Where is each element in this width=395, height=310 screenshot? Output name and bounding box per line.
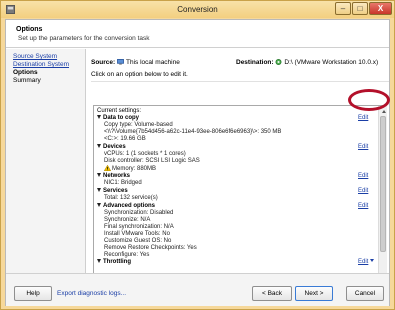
conversion-window: Conversion – □ X Options Set up the para… <box>0 0 395 310</box>
section-services[interactable]: Services <box>97 188 128 195</box>
source-summary: Source: This local machine <box>91 59 180 66</box>
section-networks[interactable]: Networks <box>97 173 130 180</box>
setting-line: vCPUs: 1 (1 sockets * 1 cores) <box>104 151 186 157</box>
setting-line: NIC1: Bridged <box>104 180 142 186</box>
setting-line: Total: 132 service(s) <box>104 195 158 201</box>
dropdown-arrow-icon <box>370 259 375 262</box>
destination-label: Destination: <box>236 59 274 66</box>
settings-list-box[interactable]: Current settings: Data to copy Edit Copy… <box>93 105 387 299</box>
collapse-arrow-icon <box>97 203 101 207</box>
setting-line: <C:>: 19.66 GB <box>104 136 146 142</box>
help-button[interactable]: Help <box>14 286 52 301</box>
cancel-button[interactable]: Cancel <box>346 286 384 301</box>
options-main-panel: Source: This local machine Destination: … <box>88 49 389 299</box>
section-data-to-copy[interactable]: Data to copy <box>97 115 139 122</box>
edit-highlight-ring <box>348 89 390 111</box>
setting-line: Remove Restore Checkpoints: Yes <box>104 245 197 251</box>
nav-item-source-system[interactable]: Source System <box>13 53 57 60</box>
collapse-arrow-icon <box>97 188 101 192</box>
wizard-header: Options Set up the parameters for the co… <box>6 20 389 48</box>
section-advanced-options[interactable]: Advanced options <box>97 203 155 210</box>
nav-item-options: Options <box>13 69 38 76</box>
setting-line: Final synchronization: N/A <box>104 224 174 230</box>
edit-throttling-link[interactable]: Edit <box>358 259 375 266</box>
collapse-arrow-icon <box>97 259 101 263</box>
close-icon: X <box>377 4 384 13</box>
section-devices[interactable]: Devices <box>97 144 126 151</box>
destination-summary: Destination: D:\ (VMware Workstation 10.… <box>236 59 378 66</box>
scroll-up-icon <box>381 109 386 113</box>
setting-line: Reconfigure: Yes <box>104 252 150 258</box>
minimize-icon: – <box>340 4 346 13</box>
edit-networks-link[interactable]: Edit <box>358 173 368 180</box>
scrollbar-thumb[interactable] <box>380 116 386 252</box>
maximize-icon: □ <box>357 4 363 13</box>
section-throttling[interactable]: Throttling <box>97 259 131 266</box>
setting-line: <\\?\Volume{7b54d456-a62c-11e4-93ee-806e… <box>104 129 282 135</box>
close-button[interactable]: X <box>369 2 392 15</box>
back-button[interactable]: < Back <box>252 286 292 301</box>
wizard-footer: Help Export diagnostic logs... < Back Ne… <box>6 273 389 306</box>
computer-icon <box>117 59 124 65</box>
edit-services-link[interactable]: Edit <box>358 188 368 195</box>
setting-line: Disk controller: SCSI LSI Logic SAS <box>104 158 200 164</box>
wizard-client-area: Options Set up the parameters for the co… <box>5 19 390 306</box>
maximize-button[interactable]: □ <box>352 2 368 15</box>
next-button[interactable]: Next > <box>295 286 333 301</box>
edit-advanced-options-link[interactable]: Edit <box>358 203 368 210</box>
settings-list: Current settings: Data to copy Edit Copy… <box>94 106 377 298</box>
wizard-steps-nav: Source System Destination System Options… <box>6 49 86 273</box>
setting-line: Customize Guest OS: No <box>104 238 172 244</box>
current-settings-label: Current settings: <box>97 108 142 114</box>
title-bar[interactable]: Conversion – □ X <box>1 1 394 18</box>
collapse-arrow-icon <box>97 144 101 148</box>
settings-panel: Current settings: Data to copy Edit Copy… <box>91 105 388 300</box>
export-diagnostic-logs-link[interactable]: Export diagnostic logs... <box>57 290 126 297</box>
collapse-arrow-icon <box>97 173 101 177</box>
destination-vm-icon <box>275 59 282 65</box>
memory-setting-line: Memory: 880MB <box>104 165 156 172</box>
page-subtitle: Set up the parameters for the conversion… <box>18 35 150 42</box>
setting-line: Synchronize: N/A <box>104 217 151 223</box>
source-label: Source: <box>91 59 116 66</box>
edit-devices-link[interactable]: Edit <box>358 144 368 151</box>
minimize-button[interactable]: – <box>335 2 351 15</box>
page-title: Options <box>16 26 43 33</box>
nav-item-summary: Summary <box>13 77 41 84</box>
edit-data-to-copy-link[interactable]: Edit <box>358 115 368 122</box>
setting-line: Install VMware Tools: No <box>104 231 170 237</box>
warning-icon <box>104 165 111 171</box>
settings-scrollbar[interactable] <box>378 106 387 298</box>
source-value: This local machine <box>126 59 180 66</box>
setting-line: Copy type: Volume-based <box>104 122 173 128</box>
destination-value: D:\ (VMware Workstation 10.0.x) <box>284 59 379 66</box>
collapse-arrow-icon <box>97 115 101 119</box>
edit-hint-text: Click on an option below to edit it. <box>91 71 389 82</box>
nav-item-destination-system[interactable]: Destination System <box>13 61 69 68</box>
setting-line: Synchronization: Disabled <box>104 210 174 216</box>
